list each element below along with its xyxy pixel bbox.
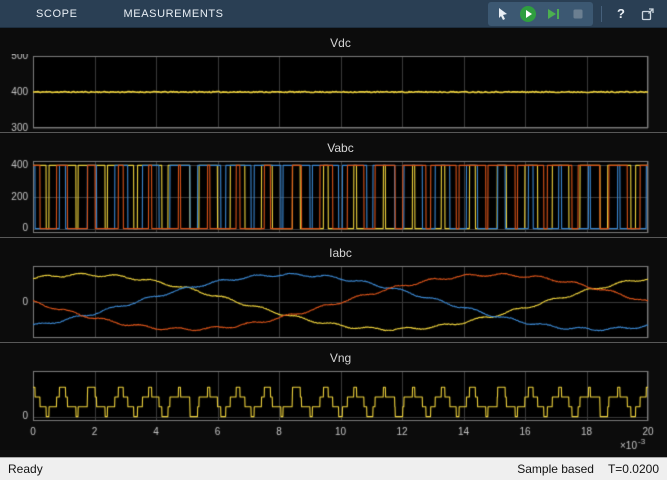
plot-area: Vdc Vabc Iabc Vng xyxy=(0,28,667,457)
vabc-plot-canvas[interactable] xyxy=(0,159,667,237)
plot-title-vabc: Vabc xyxy=(327,141,354,155)
panel-vdc: Vdc xyxy=(0,28,667,133)
stop-icon xyxy=(573,9,583,18)
iabc-plot-canvas[interactable] xyxy=(0,264,667,342)
plot-title-vng: Vng xyxy=(329,351,352,365)
toolbar-divider xyxy=(601,5,602,22)
popout-button[interactable] xyxy=(637,3,659,25)
step-forward-button[interactable] xyxy=(542,3,564,25)
sim-time-text: T=0.0200 xyxy=(607,462,659,476)
panel-vabc: Vabc xyxy=(0,133,667,238)
play-icon xyxy=(520,5,536,22)
status-right: Sample based T=0.0200 xyxy=(517,462,659,476)
step-forward-icon xyxy=(548,8,559,19)
question-icon: ? xyxy=(617,6,625,21)
vdc-plot-canvas[interactable] xyxy=(0,54,667,132)
status-ready-text: Ready xyxy=(8,462,43,476)
sample-mode-text: Sample based xyxy=(517,462,594,476)
stepping-options-button[interactable] xyxy=(492,3,514,25)
vng-plot-canvas[interactable] xyxy=(0,369,667,457)
hand-icon xyxy=(499,7,507,20)
help-button[interactable]: ? xyxy=(610,3,632,25)
toolbar-actions: ? xyxy=(488,1,667,26)
plot-title-iabc: Iabc xyxy=(329,246,352,260)
panel-iabc: Iabc xyxy=(0,238,667,343)
stop-button[interactable] xyxy=(567,3,589,25)
toolbar: SCOPE MEASUREMENTS ? xyxy=(0,0,667,28)
status-bar: Ready Sample based T=0.0200 xyxy=(0,457,667,480)
popout-icon xyxy=(641,7,654,20)
tab-measurements[interactable]: MEASUREMENTS xyxy=(124,8,224,20)
simulate-button-group xyxy=(488,1,593,26)
scope-window: SCOPE MEASUREMENTS ? Vdc Vabc Iabc Vng R… xyxy=(0,0,667,480)
plot-title-vdc: Vdc xyxy=(330,36,351,50)
panel-vng: Vng xyxy=(0,343,667,457)
run-button[interactable] xyxy=(517,3,539,25)
tab-scope[interactable]: SCOPE xyxy=(36,8,78,20)
